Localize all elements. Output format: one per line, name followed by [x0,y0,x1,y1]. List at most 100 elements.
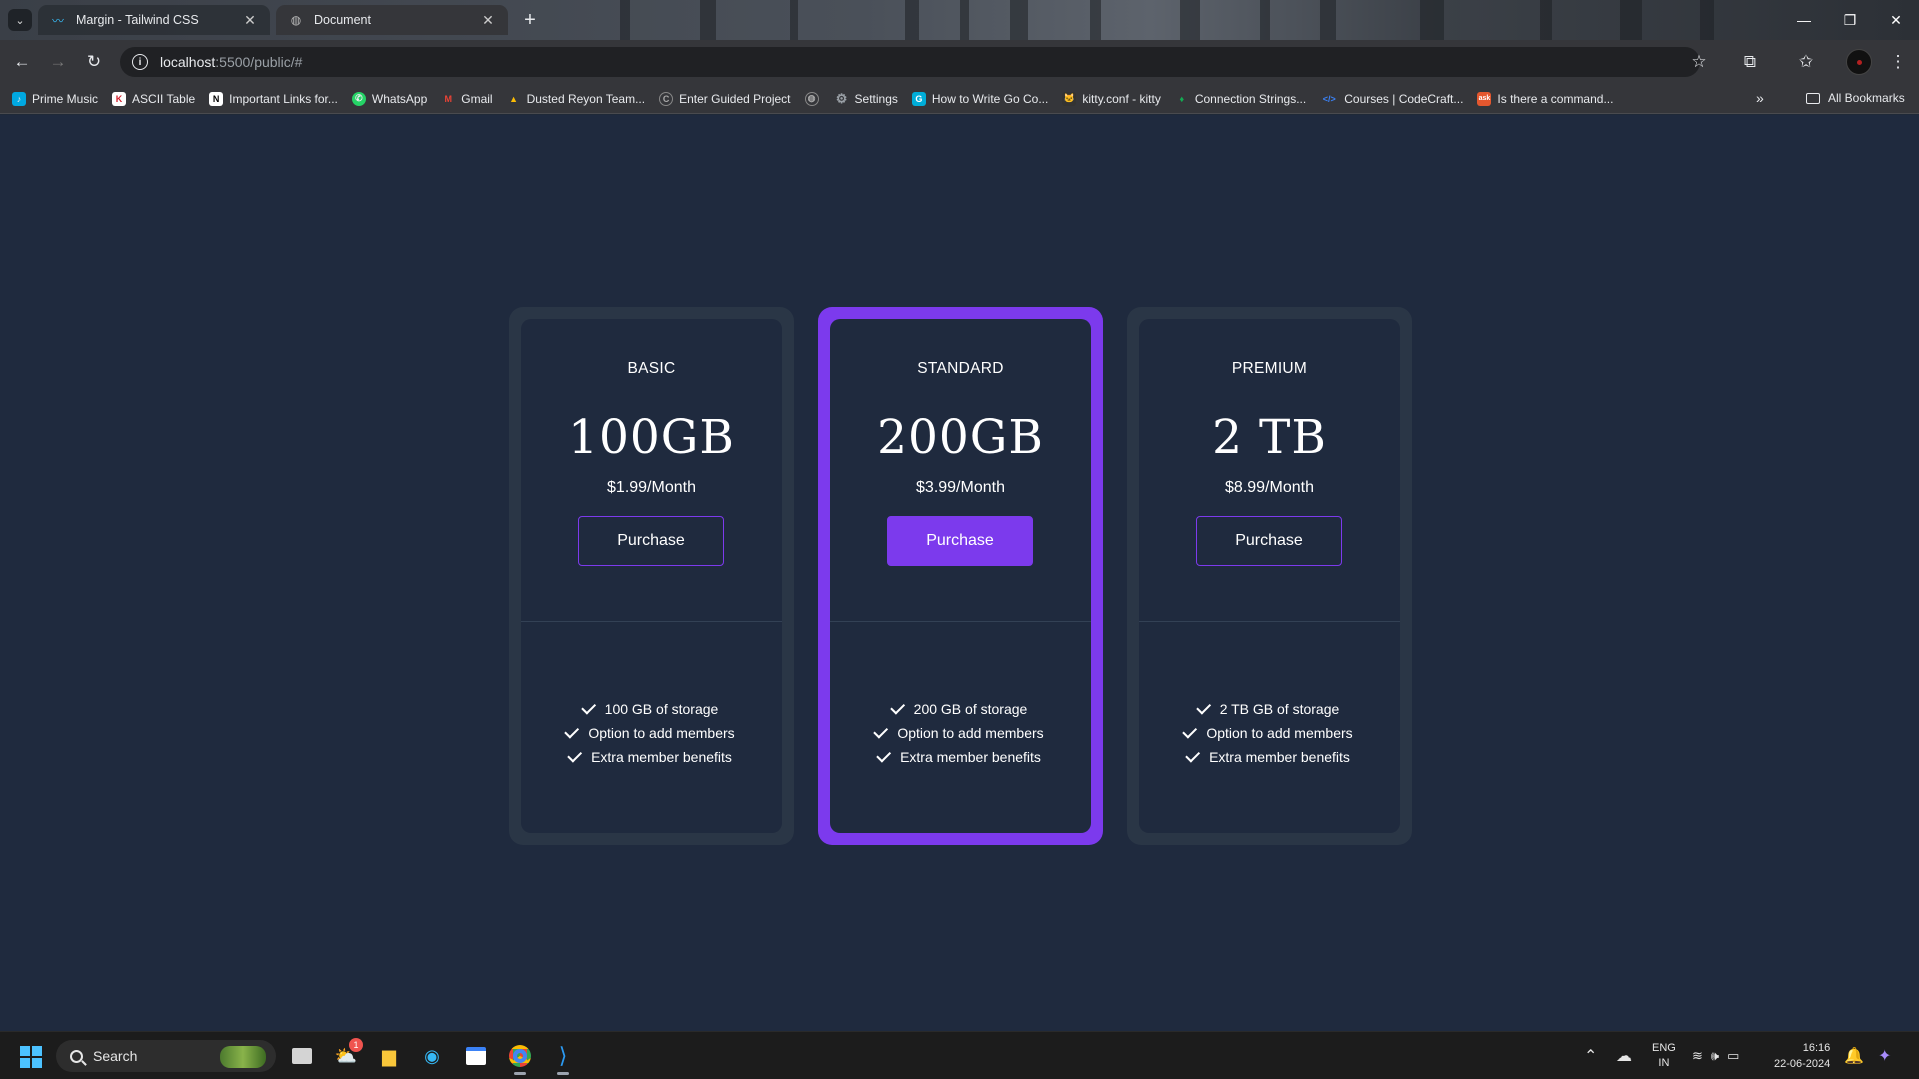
vscode-icon[interactable]: ⟩ [547,1040,579,1075]
globe-icon: ◍ [804,91,819,106]
bookmark-gmail[interactable]: M Gmail [441,91,493,106]
onedrive-cloud-icon[interactable]: ☁ [1616,1032,1632,1079]
check-icon [876,747,892,763]
bookmark-settings[interactable]: ⚙ Settings [835,90,898,106]
tab-search-button[interactable]: ⌄ [8,9,32,31]
feature-item: Extra member benefits [830,745,1091,769]
all-bookmarks-button[interactable]: All Bookmarks [1806,91,1905,105]
tab-title: Margin - Tailwind CSS [76,13,199,27]
code-icon: </> [1322,93,1336,104]
new-tab-button[interactable]: + [518,8,542,32]
lang-region: IN [1658,1057,1670,1069]
bookmark-star-icon[interactable]: ☆ [1685,48,1713,76]
bookmark-dusted-reyon[interactable]: ▲ Dusted Reyon Team... [507,92,645,106]
ascii-table-icon: K [112,91,127,106]
site-info-icon[interactable]: i [132,54,148,70]
search-placeholder: Search [93,1048,138,1064]
close-icon[interactable]: ✕ [242,12,258,29]
pricing-card-standard: STANDARD 200GB $3.99/Month Purchase 200 … [818,307,1103,845]
ask-ubuntu-icon: ask [1477,91,1492,106]
feature-item: 100 GB of storage [521,697,782,721]
tailwind-icon: 〰 [51,13,64,28]
purchase-button[interactable]: Purchase [578,516,724,566]
system-tray-status[interactable]: ≋ 🕪 ▭ [1692,1032,1739,1079]
favorites-icon[interactable]: ✩ [1792,48,1820,76]
feature-list: 2 TB GB of storage Option to add members… [1139,697,1400,769]
bookmark-codecraft[interactable]: </> Courses | CodeCraft... [1320,92,1464,106]
clock-time: 16:16 [1802,1042,1831,1054]
battery-icon: ▭ [1727,1048,1740,1063]
copilot-icon[interactable]: ✦ [1878,1032,1891,1079]
forward-arrow-icon[interactable]: → [44,48,72,76]
gear-icon: ⚙ [835,90,848,106]
feature-list: 100 GB of storage Option to add members … [521,697,782,769]
show-hidden-icons-chevron[interactable]: ⌃ [1584,1032,1597,1079]
bookmark-whatsapp[interactable]: ✆ WhatsApp [351,91,427,106]
volume-icon: 🕪 [1710,1048,1720,1063]
language-indicator[interactable]: ENG IN [1652,1032,1676,1079]
reload-icon[interactable]: ↻ [80,48,108,76]
check-icon [1195,699,1211,715]
prime-music-icon: ♪ [12,91,26,106]
bookmark-go-code[interactable]: G How to Write Go Co... [911,91,1049,106]
feature-text: Option to add members [588,725,735,741]
divider [521,621,782,622]
profile-avatar[interactable] [1846,49,1872,75]
windows-start-icon[interactable] [20,1046,42,1068]
feature-text: Extra member benefits [900,749,1041,765]
card-body: PREMIUM 2 TB $8.99/Month Purchase 2 TB G… [1139,319,1400,833]
bookmark-connection-strings[interactable]: ♦ Connection Strings... [1175,92,1307,106]
purchase-button[interactable]: Purchase [1196,516,1342,566]
google-drive-icon: ▲ [509,93,519,104]
browser-toolbar: ← → ↻ i localhost:5500/public/# ☆ ⧉ ✩ ⋮ [0,40,1919,84]
purchase-button[interactable]: Purchase [887,516,1033,566]
taskbar-search[interactable]: Search [56,1040,276,1072]
menu-kebab-icon[interactable]: ⋮ [1884,48,1912,76]
bookmark-kitty[interactable]: 🐱 kitty.conf - kitty [1062,91,1161,106]
bookmark-prime-music[interactable]: ♪ Prime Music [12,91,98,106]
notion-icon: N [209,91,224,106]
minimize-button[interactable]: — [1781,0,1827,40]
gmail-icon: M [444,93,453,104]
tab-document[interactable]: ◍ Document ✕ [276,5,508,35]
bookmarks-bar: ♪ Prime Music K ASCII Table N Important Lin… [0,84,1919,114]
whatsapp-icon: ✆ [351,91,366,106]
pricing-card-premium: PREMIUM 2 TB $8.99/Month Purchase 2 TB G… [1127,307,1412,845]
plan-storage: 200GB [877,410,1044,465]
chrome-icon[interactable] [504,1040,536,1075]
restore-button[interactable]: ❐ [1827,0,1873,40]
project-icon: C [659,91,674,106]
feature-list: 200 GB of storage Option to add members … [830,697,1091,769]
weather-widget-icon[interactable]: ⛅ 1 [330,1038,363,1072]
plan-name: STANDARD [917,360,1004,377]
mongodb-leaf-icon: ♦ [1179,93,1185,104]
extensions-icon[interactable]: ⧉ [1736,48,1764,76]
close-icon[interactable]: ✕ [480,12,496,29]
bookmark-label: How to Write Go Co... [931,91,1049,106]
microsoft-store-icon[interactable] [460,1040,492,1072]
bookmark-guided-project[interactable]: C Enter Guided Project [659,91,791,106]
check-icon [873,723,889,739]
feature-text: Option to add members [897,725,1044,741]
check-icon [1185,747,1201,763]
edge-browser-icon[interactable]: ◉ [416,1040,448,1072]
tab-margin-tailwind[interactable]: 〰 Margin - Tailwind CSS ✕ [38,5,270,35]
feature-text: 200 GB of storage [913,701,1028,717]
go-icon: G [911,91,926,106]
bookmark-label: Important Links for... [229,91,338,106]
system-clock[interactable]: 16:16 22-06-2024 [1774,1032,1830,1079]
browser-tab-strip: ⌄ 〰 Margin - Tailwind CSS ✕ ◍ Document ✕… [0,0,1919,40]
bookmark-unnamed[interactable]: ◍ [804,91,825,106]
pricing-card-basic: BASIC 100GB $1.99/Month Purchase 100 GB … [509,307,794,845]
file-explorer-icon[interactable]: ▆ [373,1040,405,1072]
task-view-icon[interactable] [286,1040,318,1072]
chevron-right-double-icon[interactable]: » [1756,90,1764,106]
close-window-button[interactable]: ✕ [1873,0,1919,40]
bookmark-command[interactable]: ask Is there a command... [1477,91,1613,106]
bookmark-label: Gmail [461,91,493,106]
notification-bell-icon[interactable]: 🔔 [1844,1032,1864,1079]
address-bar[interactable]: i localhost:5500/public/# [120,47,1700,77]
bookmark-ascii-table[interactable]: K ASCII Table [112,91,195,106]
bookmark-important-links[interactable]: N Important Links for... [209,91,338,106]
back-arrow-icon[interactable]: ← [8,48,36,76]
